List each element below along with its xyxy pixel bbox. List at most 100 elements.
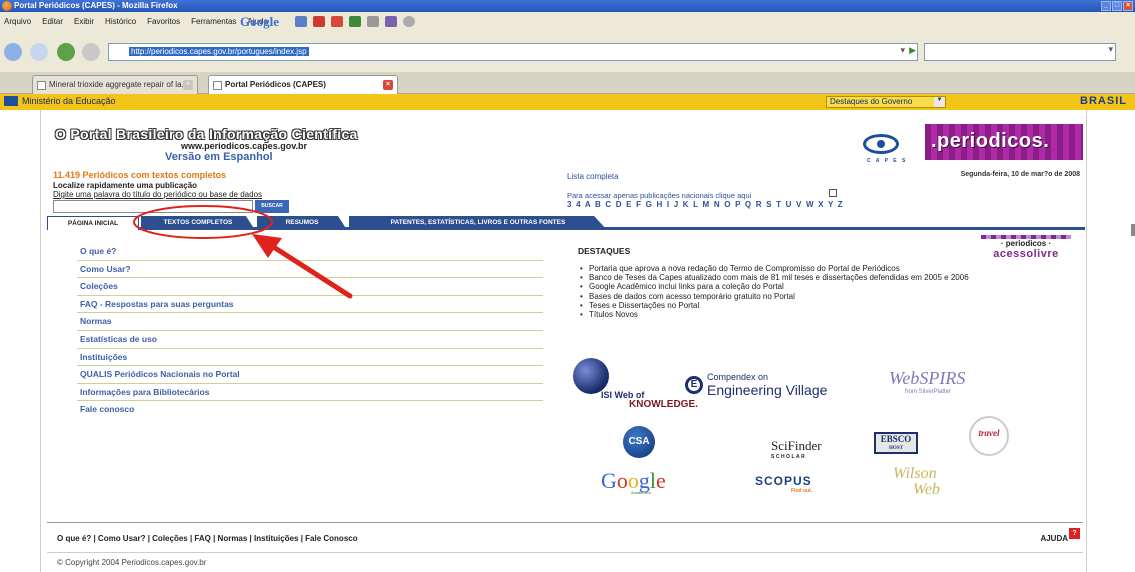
firefox-icon <box>2 1 12 11</box>
capes-logo[interactable]: C A P E S <box>851 132 913 168</box>
spanish-version-link[interactable]: Versão em Espanhol <box>165 151 273 163</box>
search-hint: Digite uma palavra do título do periódic… <box>53 190 263 199</box>
compendex-label: Compendex on <box>707 372 769 382</box>
brasil-logo[interactable]: BRASIL <box>1080 95 1127 107</box>
help-icon[interactable]: ? <box>1069 528 1080 539</box>
menu-exibir[interactable]: Exibir <box>74 17 94 26</box>
scopus-label: SCOPUS <box>755 474 812 488</box>
gmail-icon[interactable] <box>331 16 343 27</box>
search-bar[interactable]: ▾ <box>924 43 1116 61</box>
bookmark-icon[interactable] <box>295 16 307 27</box>
menu-editar[interactable]: Editar <box>42 17 63 26</box>
menu-item-como-usar[interactable]: Como Usar? <box>77 261 543 279</box>
tab-close-icon[interactable]: × <box>383 80 393 90</box>
engineering-village-logo[interactable]: Compendex on Engineering Village <box>707 372 827 398</box>
csa-logo[interactable]: CSA <box>623 426 655 458</box>
tab-bar: Mineral trioxide aggregate repair of la.… <box>0 72 1135 94</box>
destaque-item[interactable]: Títulos Novos <box>580 310 1059 319</box>
circle-icon[interactable] <box>403 16 415 27</box>
url-bar[interactable]: http://periodicos.capes.gov.br/portugues… <box>108 43 918 61</box>
menu-item-fale-conosco[interactable]: Fale conosco <box>77 401 543 419</box>
ministry-link[interactable]: Ministério da Educação <box>4 96 116 106</box>
tab-resumos[interactable]: RESUMOS <box>257 216 347 230</box>
scrollbar-marker[interactable] <box>1131 224 1135 236</box>
search-button[interactable]: BUSCAR <box>255 200 289 213</box>
pencil-icon[interactable] <box>367 16 379 27</box>
wilson-web-logo[interactable]: Wilson Web <box>893 466 940 498</box>
back-button[interactable] <box>4 43 22 61</box>
url-dropdown-icon[interactable]: ▾ <box>900 45 905 56</box>
capes-pupil-icon <box>877 140 885 148</box>
menu-historico[interactable]: Histórico <box>105 17 136 26</box>
page-content: O Portal Brasileiro da Informação Cientí… <box>40 110 1087 572</box>
ebsco-host-logo[interactable]: EBSCO HOST <box>874 432 918 454</box>
search-heading: Localize rapidamente uma publicação <box>53 181 198 190</box>
isi-globe-icon[interactable] <box>573 358 609 394</box>
close-window-button[interactable]: × <box>1123 1 1133 11</box>
minimize-button[interactable]: _ <box>1101 1 1111 11</box>
maximize-button[interactable]: □ <box>1112 1 1122 11</box>
menu-ferramentas[interactable]: Ferramentas <box>191 17 236 26</box>
acesso-livre-logo[interactable]: · periodicos · acessolivre <box>981 235 1071 265</box>
search-input[interactable] <box>53 200 253 213</box>
chevron-down-icon[interactable]: ▼ <box>934 97 945 107</box>
scifinder-sub: SCHOLAR <box>771 454 807 460</box>
tab-label: Mineral trioxide aggregate repair of la.… <box>49 80 189 89</box>
tab-textos-completos[interactable]: TEXTOS COMPLETOS <box>141 216 255 230</box>
menu-item-qualis[interactable]: QUALIS Periódicos Nacionais no Portal <box>77 366 543 384</box>
menu-favoritos[interactable]: Favoritos <box>147 17 180 26</box>
menu-item-normas[interactable]: Normas <box>77 313 543 331</box>
browser-tab-active[interactable]: Portal Periódicos (CAPES) × <box>208 75 398 94</box>
menu-arquivo[interactable]: Arquivo <box>4 17 31 26</box>
section-tabs: PÁGINA INICIAL TEXTOS COMPLETOS RESUMOS … <box>47 216 1085 230</box>
tab-close-icon[interactable]: × <box>183 80 193 90</box>
complete-list-link[interactable]: Lista completa <box>567 172 619 181</box>
destaque-item[interactable]: Teses e Dissertações no Portal <box>580 301 1059 310</box>
forward-button[interactable] <box>30 43 48 61</box>
menu-item-instituicoes[interactable]: Instituições <box>77 349 543 367</box>
tab-pagina-inicial[interactable]: PÁGINA INICIAL <box>47 216 139 230</box>
share-icon[interactable] <box>349 16 361 27</box>
menu-item-bibliotecarios[interactable]: Informações para Bibliotecários <box>77 384 543 402</box>
wilson-web-label: Web <box>913 481 940 498</box>
engineering-village-icon[interactable]: E <box>685 376 703 394</box>
tab-patentes[interactable]: PATENTES, ESTATÍSTICAS, LIVROS E OUTRAS … <box>349 216 607 230</box>
alphabet-index[interactable]: 3 4 A B C D E F G H I J K L M N O P Q R … <box>567 200 844 209</box>
isi-web-of-knowledge-logo[interactable]: ISI Web of KNOWLEDGE. <box>601 391 698 410</box>
window-titlebar: Portal Periódicos (CAPES) - Mozilla Fire… <box>0 0 1135 12</box>
tab-favicon-icon <box>37 81 46 90</box>
footer-links[interactable]: O que é? | Como Usar? | Coleções | FAQ |… <box>57 534 358 543</box>
portal-url: www.periodicos.capes.gov.br <box>181 141 308 151</box>
menu-item-o-que-e[interactable]: O que é? <box>77 243 543 261</box>
destaque-item[interactable]: Portaria que aprova a nova redação do Te… <box>580 264 1059 273</box>
reload-button[interactable] <box>57 43 75 61</box>
google-toolbar-logo[interactable]: Google <box>240 14 279 30</box>
scopus-logo[interactable]: SCOPUS Find out. <box>755 474 812 494</box>
isi-knowledge-label: KNOWLEDGE. <box>629 399 698 410</box>
national-publications-checkbox[interactable] <box>829 189 837 197</box>
settings-icon[interactable] <box>385 16 397 27</box>
google-academico-logo[interactable]: Google Acadêmico <box>601 468 666 495</box>
stop-button[interactable] <box>82 43 100 61</box>
webspirs-label: WebSPIRS <box>889 368 966 388</box>
menu-item-colecoes[interactable]: Coleções <box>77 278 543 296</box>
browser-tab[interactable]: Mineral trioxide aggregate repair of la.… <box>32 75 198 94</box>
navigation-bar: http://periodicos.capes.gov.br/portugues… <box>0 32 1135 72</box>
menu-item-estatisticas[interactable]: Estatísticas de uso <box>77 331 543 349</box>
portal-title: O Portal Brasileiro da Informação Cientí… <box>55 126 358 142</box>
webspirs-logo[interactable]: WebSPIRS from SilverPlatter <box>889 368 965 395</box>
help-link[interactable]: AJUDA <box>1040 534 1068 543</box>
destaque-item[interactable]: Banco de Teses da Capes atualizado com m… <box>580 273 1059 282</box>
go-icon[interactable]: ▶ <box>909 45 916 56</box>
engineering-village-label: Engineering Village <box>707 382 828 398</box>
periodicos-logo[interactable]: .periodicos. <box>925 124 1083 160</box>
url-text[interactable]: http://periodicos.capes.gov.br/portugues… <box>129 47 309 56</box>
search-engine-dropdown-icon[interactable]: ▾ <box>1108 45 1113 55</box>
scifinder-logo[interactable]: SciFinder SCHOLAR <box>771 438 822 460</box>
destaque-item[interactable]: Google Acadêmico inclui links para a col… <box>580 282 1059 291</box>
government-highlights-select[interactable]: Destaques do Governo ▼ <box>826 96 946 108</box>
menu-item-faq[interactable]: FAQ - Respostas para suas perguntas <box>77 296 543 314</box>
destaque-item[interactable]: Bases de dados com acesso temporário gra… <box>580 292 1059 301</box>
travel-logo[interactable]: travel <box>969 416 1009 456</box>
toolbar-plus-icon[interactable] <box>313 16 325 27</box>
